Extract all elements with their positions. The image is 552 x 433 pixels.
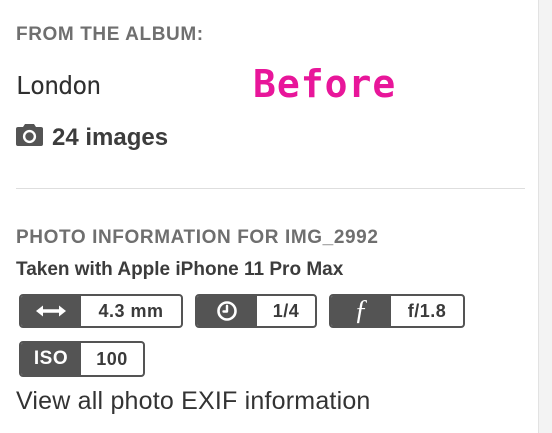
aperture-value: f/1.8 xyxy=(407,300,447,321)
aperture-chip: ƒ f/1.8 xyxy=(329,294,465,328)
focal-length-value: 4.3 mm xyxy=(98,300,164,321)
camera-device: Taken with Apple iPhone 11 Pro Max xyxy=(16,259,344,280)
shutter-speed-value: 1/4 xyxy=(272,300,300,321)
iso-chip: ISO 100 xyxy=(19,341,145,377)
before-annotation: Before xyxy=(253,62,397,106)
shutter-speed-chip: 1/4 xyxy=(195,294,317,328)
right-panel-edge xyxy=(538,0,552,433)
image-count-row: 24 images xyxy=(16,123,168,152)
section-divider xyxy=(16,188,525,189)
focal-length-chip: 4.3 mm xyxy=(19,294,183,328)
image-count: 24 images xyxy=(52,123,169,151)
album-name-link[interactable]: London xyxy=(16,71,101,100)
view-all-exif-link[interactable]: View all photo EXIF information xyxy=(16,387,371,416)
horizontal-arrows-icon xyxy=(21,296,81,326)
photo-info-heading: PHOTO INFORMATION FOR IMG_2992 xyxy=(16,227,379,248)
iso-label: ISO xyxy=(21,343,81,375)
camera-icon xyxy=(16,123,43,152)
clock-icon xyxy=(197,296,257,326)
album-heading: FROM THE ALBUM: xyxy=(16,24,204,45)
f-stop-icon: ƒ xyxy=(331,296,391,326)
iso-value: 100 xyxy=(96,348,128,369)
